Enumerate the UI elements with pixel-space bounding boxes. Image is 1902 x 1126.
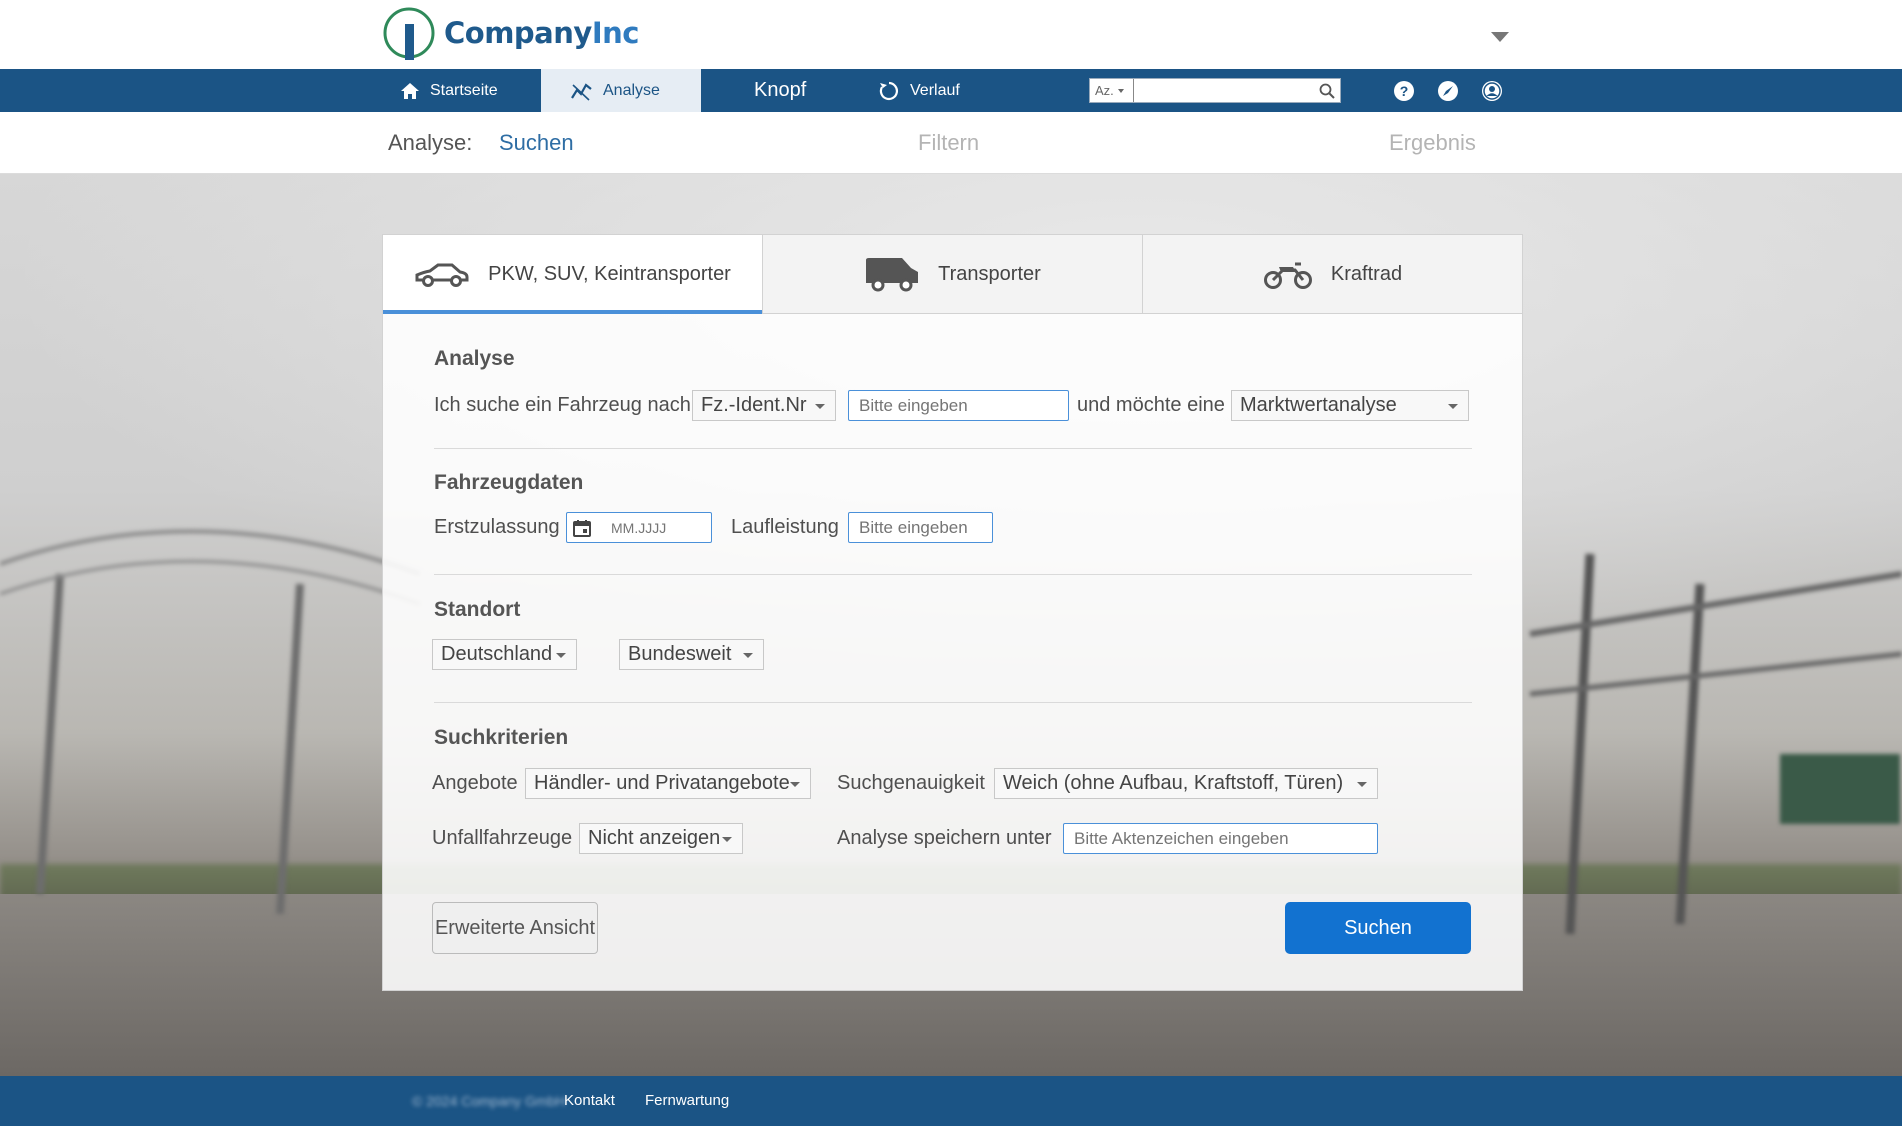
help-icon[interactable]: ? [1393,80,1415,102]
nav-verlauf-label: Verlauf [910,81,960,99]
chevron-down-icon [815,404,825,409]
region-select[interactable]: Bundesweit [619,639,764,670]
aktenzeichen-input[interactable] [1063,823,1378,854]
chevron-down-icon [743,653,753,658]
country-select[interactable]: Deutschland [432,639,577,670]
section-divider [434,574,1472,575]
analyse-text-before: Ich suche ein Fahrzeug nach [434,394,691,416]
user-menu-caret-icon[interactable] [1491,32,1509,42]
suchgenauigkeit-select[interactable]: Weich (ohne Aufbau, Kraftstoff, Türen) [994,768,1378,799]
laufleistung-label: Laufleistung [731,516,839,538]
unfallfahrzeuge-value: Nicht anzeigen [588,827,721,849]
angebote-select[interactable]: Händler- und Privatangebote [525,768,811,799]
motorcycle-icon [1263,262,1312,289]
tab-transporter[interactable]: Transporter [763,235,1143,313]
nav-search-input[interactable] [1134,79,1314,102]
tab-pkw[interactable]: PKW, SUV, Keintransporter [383,235,763,314]
suchgenauigkeit-label: Suchgenauigkeit [837,772,985,794]
analysis-type-value: Marktwertanalyse [1240,394,1397,416]
section-title-standort: Standort [434,598,521,621]
section-divider [434,702,1472,703]
search-scope-select[interactable]: Az. [1090,79,1134,102]
analyse-text-middle: und möchte eine [1077,394,1225,416]
tab-kraftrad-label: Kraftrad [1330,262,1403,285]
analytics-icon [571,82,592,101]
nav-knopf-label: Knopf [754,79,807,101]
background-fence-right [1529,553,1902,935]
app-footer: © 2024 Company GmbH Kontakt Fernwartung [0,1076,1902,1126]
background-fence-left [0,529,420,914]
logo-secondary: Inc [591,16,640,50]
chevron-down-icon [1448,404,1458,409]
tab-kraftrad[interactable]: Kraftrad [1143,235,1522,313]
svg-text:?: ? [1400,83,1409,99]
step-ergebnis: Ergebnis [1389,130,1476,155]
history-icon [879,81,898,100]
unfallfahrzeuge-select[interactable]: Nicht anzeigen [579,823,743,854]
chevron-down-icon [790,782,800,787]
analysis-type-select[interactable]: Marktwertanalyse [1231,390,1469,421]
van-icon [866,258,919,292]
search-by-select[interactable]: Fz.-Ident.Nr [692,390,836,421]
search-icon[interactable] [1314,79,1340,102]
home-icon [401,82,419,99]
vehicle-type-tabs: PKW, SUV, Keintransporter Transporter Kr… [383,235,1522,314]
app-header: CompanyInc [0,0,1902,69]
rocket-icon[interactable] [1437,80,1459,102]
nav-startseite-label: Startseite [430,81,498,99]
company-logo[interactable]: CompanyInc [382,6,639,60]
step-prefix: Analyse: [388,130,473,155]
step-suchen[interactable]: Suchen [499,130,574,156]
nav-startseite[interactable]: Startseite [400,69,498,112]
analyse-speichern-label: Analyse speichern unter [837,827,1052,849]
step-bar: Analyse: Suchen Filtern Ergebnis [0,112,1902,174]
user-icon[interactable] [1481,80,1503,102]
erstzulassung-label: Erstzulassung [434,516,560,538]
section-title-fahrzeugdaten: Fahrzeugdaten [434,471,584,494]
region-value: Bundesweit [628,643,732,665]
angebote-label: Angebote [432,772,518,794]
section-divider [434,448,1472,449]
calendar-icon[interactable] [573,519,591,537]
country-value: Deutschland [441,643,553,665]
nav-search-box: Az. [1089,78,1341,103]
suchgenauigkeit-value: Weich (ohne Aufbau, Kraftstoff, Türen) [1003,772,1344,794]
tab-transporter-label: Transporter [938,262,1041,285]
tab-pkw-label: PKW, SUV, Keintransporter [488,262,731,285]
chevron-down-icon [722,837,732,842]
footer-kontakt-link[interactable]: Kontakt [564,1092,615,1109]
nav-analyse[interactable]: Analyse [541,69,701,112]
nav-verlauf[interactable]: Verlauf [878,69,960,112]
section-title-analyse: Analyse [434,347,515,370]
extended-view-button[interactable]: Erweiterte Ansicht [432,902,598,954]
car-icon [415,263,469,287]
chevron-down-icon [556,653,566,658]
analysis-form-card: PKW, SUV, Keintransporter Transporter Kr… [382,234,1523,991]
search-by-value: Fz.-Ident.Nr [701,394,807,416]
search-scope-label: Az. [1095,83,1114,98]
fin-input[interactable] [848,390,1069,421]
angebote-value: Händler- und Privatangebote [534,772,790,794]
step-filtern: Filtern [918,130,980,155]
footer-copyright: © 2024 Company GmbH [412,1093,566,1109]
main-navbar: Startseite Analyse Knopf Verlauf Az. ? [0,69,1902,112]
erstzulassung-field[interactable] [566,512,712,543]
erstzulassung-input[interactable] [611,519,711,536]
nav-knopf[interactable]: Knopf [754,69,806,112]
nav-analyse-label: Analyse [603,81,660,99]
search-scope-caret-icon [1117,88,1124,93]
footer-fernwartung-link[interactable]: Fernwartung [645,1092,729,1109]
logo-text: CompanyInc [444,16,639,50]
chevron-down-icon [1357,782,1367,787]
logo-mark-icon [383,7,435,60]
unfallfahrzeuge-label: Unfallfahrzeuge [432,827,573,849]
section-title-suchkriterien: Suchkriterien [434,726,569,749]
search-button[interactable]: Suchen [1285,902,1471,954]
laufleistung-input[interactable] [848,512,993,543]
logo-primary: Company [444,16,592,50]
